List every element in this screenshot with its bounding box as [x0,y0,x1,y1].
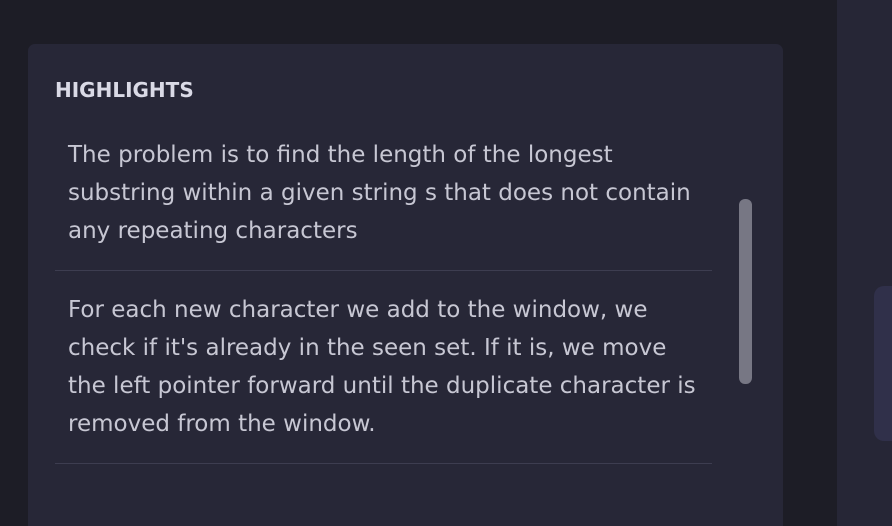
page: HIGHLIGHTS The problem is to find the le… [0,0,892,526]
right-pane [837,0,892,526]
highlights-heading: HIGHLIGHTS [55,78,194,102]
highlight-text: The problem is to find the length of the… [68,142,691,244]
highlights-card: HIGHLIGHTS The problem is to find the le… [28,44,783,526]
highlight-text: For each new character we add to the win… [68,297,696,437]
highlights-scrollbar[interactable] [739,199,752,384]
highlight-item: The problem is to find the length of the… [55,130,712,271]
highlight-item: For each new character we add to the win… [55,271,712,464]
highlights-list: The problem is to find the length of the… [55,130,712,464]
side-panel-tab[interactable] [874,286,892,441]
